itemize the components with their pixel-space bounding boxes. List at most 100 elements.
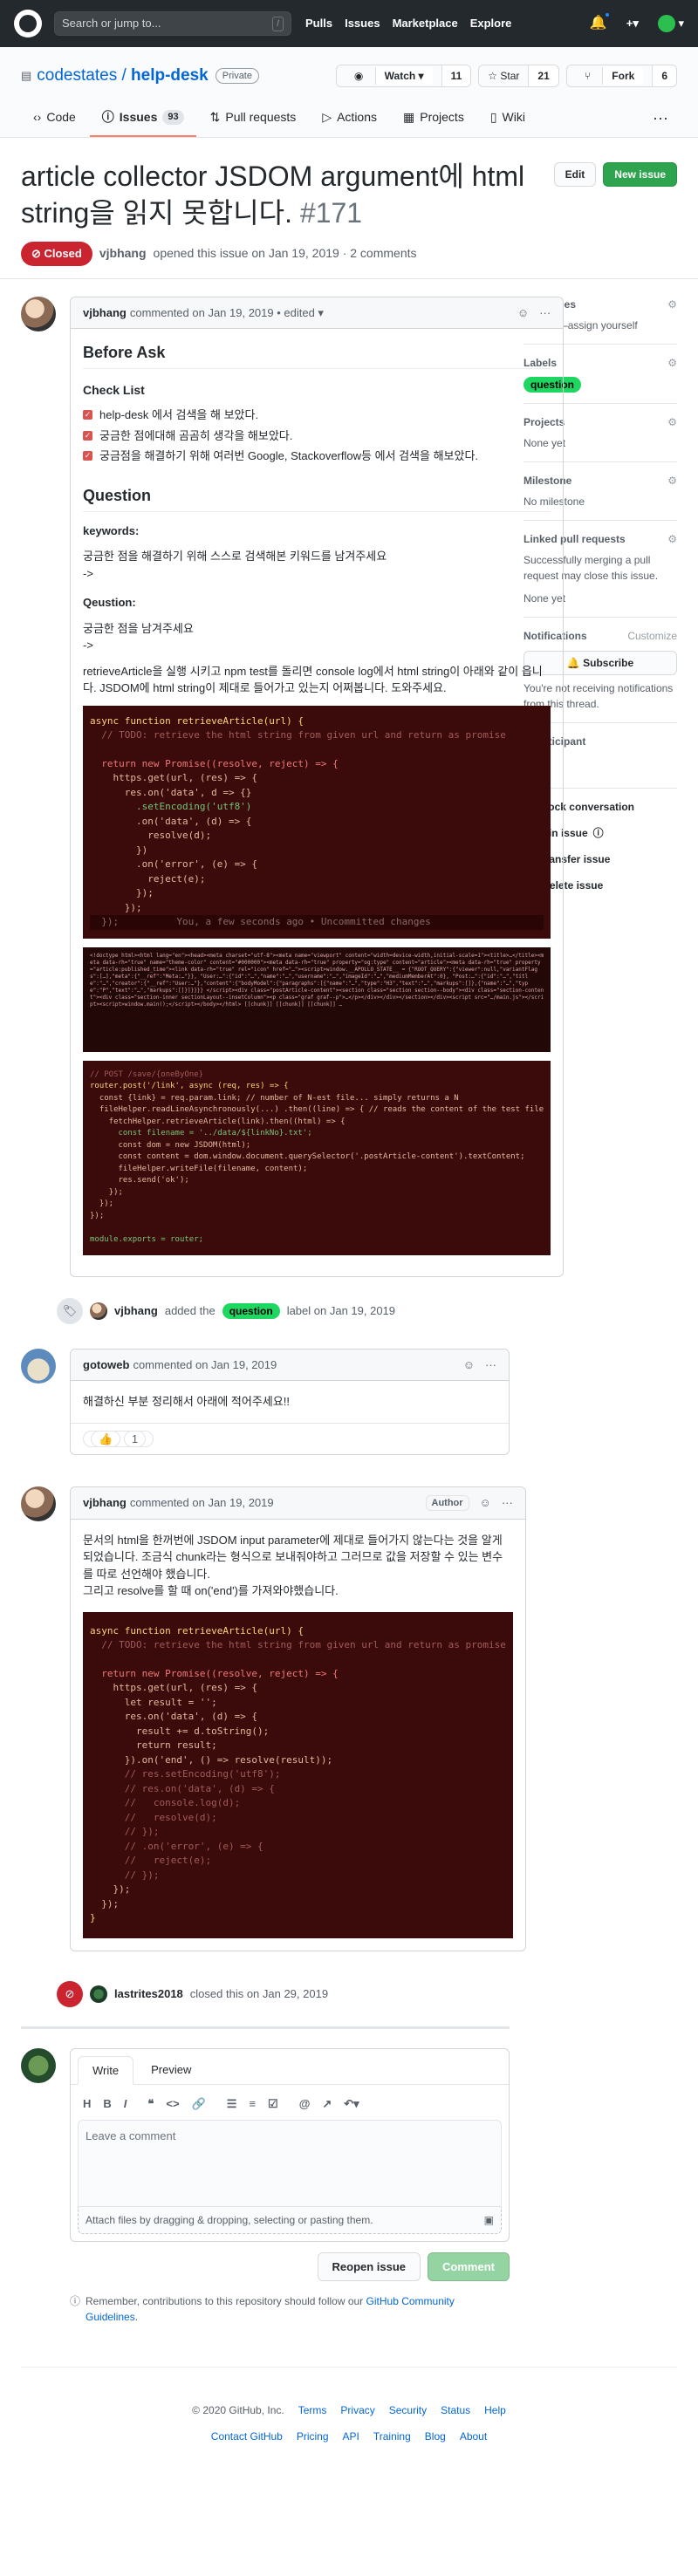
label-question[interactable]: question (222, 1302, 280, 1319)
italic-icon[interactable]: I (124, 2095, 127, 2113)
emoji-reaction-icon[interactable]: ☺ (480, 1494, 491, 1512)
more-tabs-button[interactable]: ··· (644, 101, 677, 137)
comment-author-link[interactable]: gotoweb (83, 1356, 129, 1374)
gear-icon[interactable]: ⚙ (667, 355, 677, 371)
footer-link-api[interactable]: API (343, 2429, 359, 2444)
footer-link-terms[interactable]: Terms (298, 2402, 327, 2418)
gear-icon[interactable]: ⚙ (667, 531, 677, 547)
mention-icon[interactable]: @ (299, 2095, 311, 2113)
github-logo-icon[interactable] (14, 10, 42, 38)
heading-icon[interactable]: H (83, 2095, 91, 2113)
kebab-menu-icon[interactable]: ··· (485, 1356, 496, 1374)
footer-link-training[interactable]: Training (373, 2429, 411, 2444)
event-actor-link[interactable]: lastrites2018 (114, 1985, 183, 2003)
search-input[interactable]: Search or jump to... / (54, 11, 291, 36)
code-icon: ‹› (33, 110, 42, 124)
comment-meta[interactable]: commented on Jan 19, 2019 (133, 1356, 277, 1374)
footer-link-pricing[interactable]: Pricing (297, 2429, 329, 2444)
avatar[interactable] (21, 1348, 56, 1384)
nav-explore[interactable]: Explore (470, 15, 512, 32)
tab-issues[interactable]: ⓘ Issues 93 (89, 101, 196, 137)
tab-actions[interactable]: ▷ Actions (310, 101, 389, 137)
event-actor-link[interactable]: vjbhang (114, 1302, 158, 1320)
new-issue-button[interactable]: New issue (603, 162, 677, 187)
code-screenshot-3[interactable]: async function retrieveArticle(url) { //… (83, 1611, 513, 1938)
star-button[interactable]: ☆ Star 21 (478, 65, 559, 87)
console-output-screenshot[interactable]: <!doctype html><html lang="en"><head><me… (83, 946, 551, 1052)
repo-name-link[interactable]: help-desk (131, 66, 209, 85)
fork-count[interactable]: 6 (652, 65, 676, 86)
footer-link-status[interactable]: Status (441, 2402, 470, 2418)
comment-author-link[interactable]: vjbhang (83, 304, 127, 322)
footer-link-security[interactable]: Security (389, 2402, 427, 2418)
attach-files-area[interactable]: Attach files by dragging & dropping, sel… (78, 2206, 502, 2234)
numbered-list-icon[interactable]: ≡ (249, 2095, 256, 2113)
code-line: resolve(d); (90, 830, 212, 842)
emoji-reaction-icon[interactable]: ☺ (463, 1356, 475, 1374)
tab-projects[interactable]: ▦ Projects (391, 101, 476, 137)
comment-meta[interactable]: commented on Jan 19, 2019 (130, 1494, 274, 1512)
reopen-issue-button[interactable]: Reopen issue (317, 2251, 421, 2282)
code-line: } (90, 1912, 96, 1924)
code-line: // console.log(d); (90, 1797, 241, 1809)
bullet-list-icon[interactable]: ☰ (227, 2095, 237, 2113)
nav-marketplace[interactable]: Marketplace (393, 15, 458, 32)
comment-body-text: 해결하신 부분 정리해서 아래에 적어주세요!! (83, 1395, 290, 1409)
code-line: return result; (90, 1739, 217, 1752)
task-list-icon[interactable]: ☑ (268, 2095, 278, 2113)
tab-preview[interactable]: Preview (137, 2056, 205, 2085)
saved-replies-icon[interactable]: ↶▾ (344, 2095, 359, 2113)
tab-wiki[interactable]: ▯ Wiki (478, 101, 537, 137)
footer-link-help[interactable]: Help (484, 2402, 506, 2418)
comment-submit-button[interactable]: Comment (428, 2251, 510, 2282)
star-count[interactable]: 21 (528, 65, 558, 86)
comment-meta[interactable]: commented on Jan 19, 2019 • edited ▾ (130, 304, 324, 322)
tab-code[interactable]: ‹› Code (21, 101, 88, 137)
footer-link-about[interactable]: About (460, 2429, 487, 2444)
comment-author-link[interactable]: vjbhang (83, 1494, 127, 1512)
footer-link-privacy[interactable]: Privacy (340, 2402, 374, 2418)
quote-icon[interactable]: ❝ (147, 2095, 154, 2113)
code-line: }); You, a few seconds ago • Uncommitted… (90, 915, 544, 930)
edit-title-button[interactable]: Edit (553, 162, 597, 187)
code-screenshot-1[interactable]: async function retrieveArticle(url) { //… (83, 705, 551, 939)
tab-write[interactable]: Write (78, 2055, 134, 2086)
comment-textarea[interactable]: Leave a comment (78, 2119, 502, 2207)
code-icon[interactable]: <> (166, 2095, 179, 2113)
notification-bell-icon[interactable]: 🔔 (590, 11, 611, 34)
issue-author-link[interactable]: vjbhang (99, 244, 147, 263)
code-screenshot-2[interactable]: // POST /save/{oneByOne} router.post('/l… (83, 1060, 551, 1255)
bold-icon[interactable]: B (103, 2095, 111, 2113)
fork-button[interactable]: ⑂ Fork 6 (565, 65, 677, 87)
avatar[interactable] (90, 1302, 107, 1320)
kebab-menu-icon[interactable]: ··· (502, 1494, 513, 1512)
create-new-dropdown[interactable]: +▾ (626, 15, 639, 32)
tab-pull-requests[interactable]: ⇅ Pull requests (198, 101, 309, 137)
watch-button[interactable]: ◉ Watch ▾ 11 (335, 65, 472, 87)
cross-reference-icon[interactable]: ↗ (322, 2095, 332, 2113)
user-menu[interactable]: ▾ (657, 15, 684, 33)
footer-link-contact[interactable]: Contact GitHub (211, 2429, 283, 2444)
customize-link[interactable]: Customize (627, 628, 677, 644)
repo-owner-link[interactable]: codestates (37, 66, 117, 85)
code-line: fileHelper.writeFile(filename, content); (90, 1164, 308, 1173)
avatar[interactable] (90, 1985, 107, 2003)
gear-icon[interactable]: ⚙ (667, 414, 677, 430)
list-item: ✓ 궁금한 점에대해 곰곰히 생각을 해보았다. (83, 428, 293, 442)
play-icon: ▷ (322, 110, 332, 124)
avatar[interactable] (21, 1486, 56, 1522)
markdown-toolbar: H B I ❝ <> 🔗 ☰ ≡ ☑ @ ↗ ↶▾ (78, 2092, 502, 2120)
gear-icon[interactable]: ⚙ (667, 297, 677, 312)
emoji-reaction-icon[interactable]: ☺ (517, 304, 529, 322)
avatar[interactable] (21, 296, 56, 331)
footer-link-blog[interactable]: Blog (425, 2429, 446, 2444)
thumbs-up-reaction[interactable]: 👍 1 (83, 1430, 154, 1447)
link-icon[interactable]: 🔗 (192, 2095, 206, 2113)
gear-icon[interactable]: ⚙ (667, 473, 677, 489)
closed-icon: ⊘ (57, 1980, 83, 2007)
watch-count[interactable]: 11 (441, 65, 471, 86)
kebab-menu-icon[interactable]: ··· (539, 304, 551, 322)
nav-issues[interactable]: Issues (345, 15, 380, 32)
comment-box: gotoweb commented on Jan 19, 2019 ☺ ··· … (70, 1348, 510, 1456)
nav-pulls[interactable]: Pulls (305, 15, 332, 32)
